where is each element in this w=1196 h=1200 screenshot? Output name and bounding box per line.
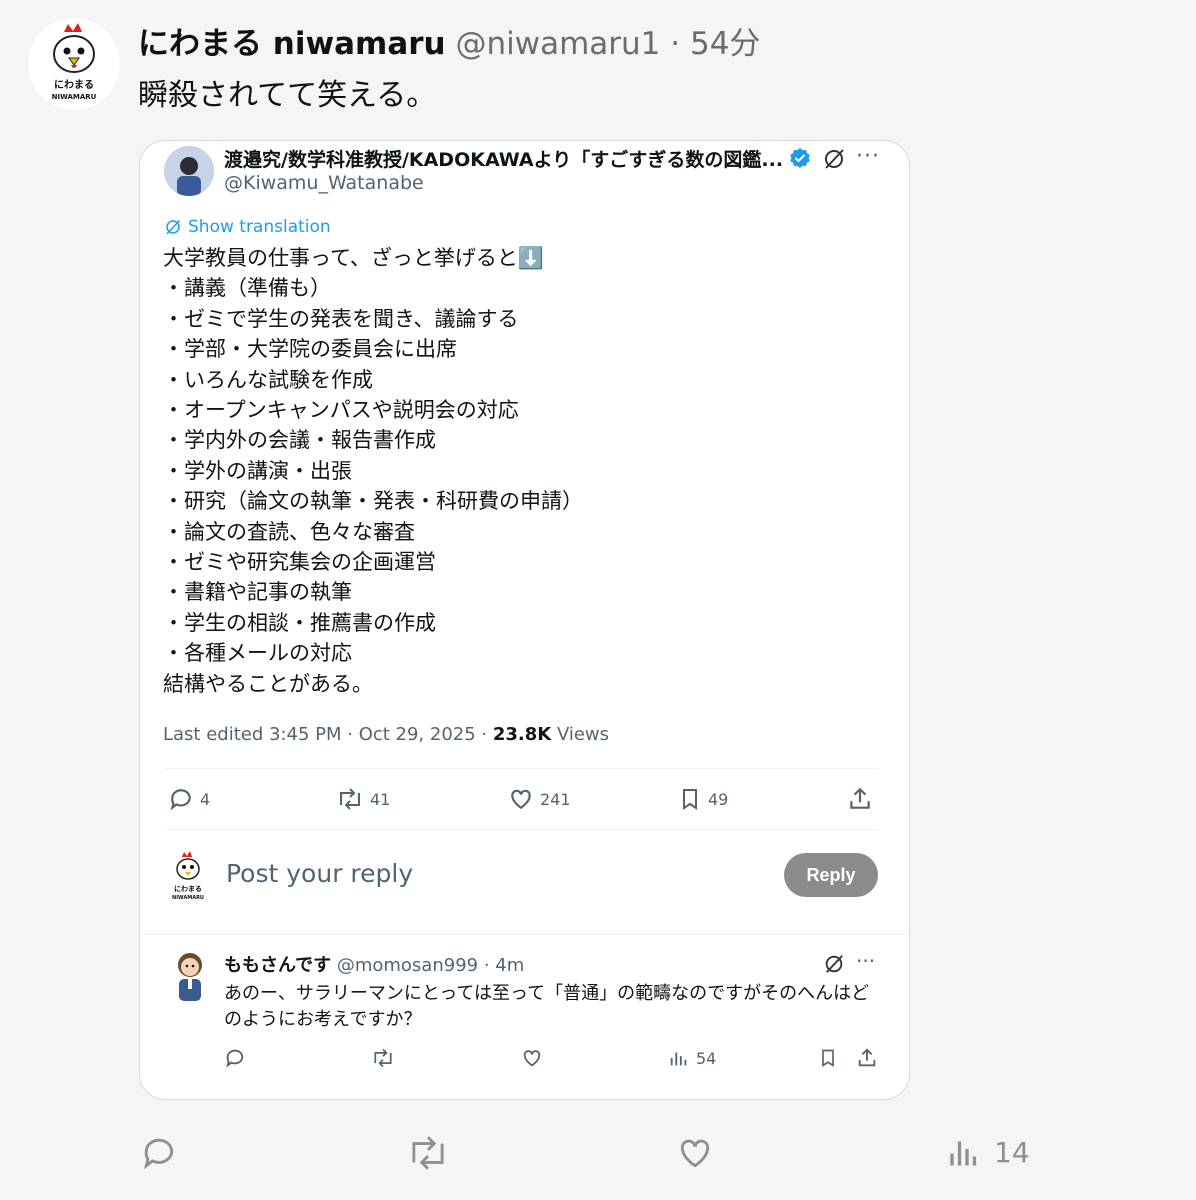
svg-text:NIWAMARU: NIWAMARU — [52, 93, 97, 101]
body-line: ・研究（論文の執筆・発表・科研費の申請） — [163, 489, 583, 514]
body-line: ・学生の相談・推薦書の作成 — [163, 610, 436, 635]
views-action[interactable]: 54 — [668, 1047, 716, 1069]
like-action[interactable]: 241 — [508, 786, 571, 812]
post-header: にわまる niwamaru @niwamaru1 · 54分 — [138, 18, 760, 63]
share-icon — [850, 787, 870, 809]
more-options-icon[interactable]: ··· — [856, 949, 875, 973]
display-name[interactable]: にわまる niwamaru — [138, 26, 446, 62]
quoted-display-name: 渡邉究/数学科准教授/KADOKAWAより「すごすぎる数の図鑑... — [224, 149, 784, 171]
avatar[interactable]: にわまる NIWAMARU — [28, 18, 120, 110]
divider — [163, 829, 879, 830]
body-line: ・講義（準備も） — [163, 276, 331, 301]
reply-action[interactable]: 4 — [168, 786, 210, 812]
divider — [163, 768, 879, 769]
translate-icon — [166, 219, 181, 235]
body-line: ・論文の査読、色々な審査 — [163, 519, 415, 544]
views-count: 14 — [994, 1135, 1030, 1169]
grok-icon[interactable] — [822, 147, 846, 171]
like-count: 241 — [540, 789, 571, 809]
views-count: 23.8K — [492, 724, 552, 745]
grok-icon[interactable] — [823, 953, 845, 975]
post-text: 瞬殺されてて笑える。 — [138, 78, 437, 113]
views-action[interactable]: 14 — [946, 1134, 1030, 1170]
body-line: ・ゼミや研究集会の企画運営 — [163, 550, 436, 575]
reply-button[interactable]: Reply — [784, 853, 878, 897]
post-meta: Last edited 3:45 PM · Oct 29, 2025 · 23.… — [163, 724, 609, 745]
reply-header: ももさんです @momosan999 · 4m — [224, 951, 524, 977]
heart-icon — [523, 1050, 541, 1067]
body-line: ・学部・大学院の委員会に出席 — [163, 337, 457, 362]
divider — [140, 934, 909, 935]
reply-composer-avatar: にわまる NIWAMARU — [166, 851, 210, 901]
svg-text:にわまる: にわまる — [54, 79, 94, 91]
body-line: ・オープンキャンパスや説明会の対応 — [163, 398, 519, 423]
reply-icon — [226, 1049, 244, 1068]
show-translation-label: Show translation — [188, 217, 331, 237]
reply-text: あのー、サラリーマンにとっては至って「普通」の範疇なのですがそのへんはどのように… — [224, 983, 870, 1030]
body-line: ・学内外の会議・報告書作成 — [163, 428, 436, 453]
show-translation-link[interactable]: Show translation — [164, 217, 331, 237]
reply-icon — [143, 1138, 174, 1170]
body-line: ・いろんな試験を作成 — [163, 367, 373, 392]
share-action[interactable] — [847, 786, 873, 812]
tweet: にわまる NIWAMARU にわまる niwamaru @niwamaru1 ·… — [0, 0, 1196, 1200]
bookmark-action[interactable]: 49 — [678, 786, 728, 812]
reply-icon — [170, 789, 191, 811]
edited-timestamp: Last edited 3:45 PM · Oct 29, 2025 · — [163, 724, 493, 745]
like-action[interactable] — [676, 1134, 714, 1172]
body-line: ・ゼミで学生の発表を聞き、議論する — [163, 306, 519, 331]
retweet-action[interactable] — [406, 1134, 450, 1172]
bookmark-icon — [822, 1049, 834, 1068]
body-line: 大学教員の仕事って、ざっと挙げると⬇️ — [163, 246, 545, 270]
more-options-icon[interactable]: ··· — [856, 144, 880, 169]
bookmark-action[interactable] — [818, 1047, 838, 1069]
reply-views-count: 54 — [696, 1048, 717, 1068]
svg-text:にわまる: にわまる — [174, 884, 202, 893]
bookmark-icon — [683, 789, 697, 810]
reply-input[interactable]: Post your reply — [226, 859, 413, 888]
quoted-avatar — [164, 146, 214, 196]
reply-display-name[interactable]: ももさんです — [224, 955, 331, 976]
reply-author-avatar — [170, 949, 210, 1003]
body-line: ・書籍や記事の執筆 — [163, 580, 352, 605]
like-action[interactable] — [521, 1047, 543, 1069]
body-line: ・各種メールの対応 — [163, 641, 352, 666]
retweet-icon — [340, 788, 360, 810]
quoted-screenshot[interactable]: 渡邉究/数学科准教授/KADOKAWAより「すごすぎる数の図鑑... @Kiwa… — [139, 140, 910, 1100]
retweet-action[interactable] — [371, 1047, 395, 1069]
views-label: Views — [551, 724, 610, 745]
share-icon — [858, 1048, 876, 1067]
reply-handle-time: @momosan999 · 4m — [331, 955, 525, 976]
reply-count: 4 — [200, 789, 211, 809]
retweet-count: 41 — [370, 789, 391, 809]
chicken-mascot-icon: にわまる NIWAMARU — [28, 18, 120, 110]
svg-text:NIWAMARU: NIWAMARU — [172, 895, 204, 901]
analytics-icon — [950, 1141, 977, 1166]
share-action[interactable] — [856, 1047, 878, 1069]
retweet-icon — [374, 1048, 392, 1068]
reply-action[interactable] — [224, 1047, 246, 1069]
retweet-action[interactable]: 41 — [336, 786, 390, 812]
body-line: 結構やることがある。 — [163, 671, 373, 696]
retweet-icon — [412, 1136, 444, 1170]
heart-icon — [511, 789, 531, 809]
quoted-handle: @Kiwamu_Watanabe — [224, 172, 424, 194]
bookmark-count: 49 — [708, 789, 729, 809]
body-line: ・学外の講演・出張 — [163, 458, 352, 483]
analytics-icon — [670, 1052, 687, 1066]
verified-badge-icon — [790, 148, 810, 168]
heart-icon — [680, 1139, 710, 1168]
reply-action[interactable] — [140, 1134, 178, 1172]
quoted-body: 大学教員の仕事って、ざっと挙げると⬇️ ・講義（準備も） ・ゼミで学生の発表を聞… — [163, 243, 583, 699]
handle-time: @niwamaru1 · 54分 — [455, 26, 761, 62]
